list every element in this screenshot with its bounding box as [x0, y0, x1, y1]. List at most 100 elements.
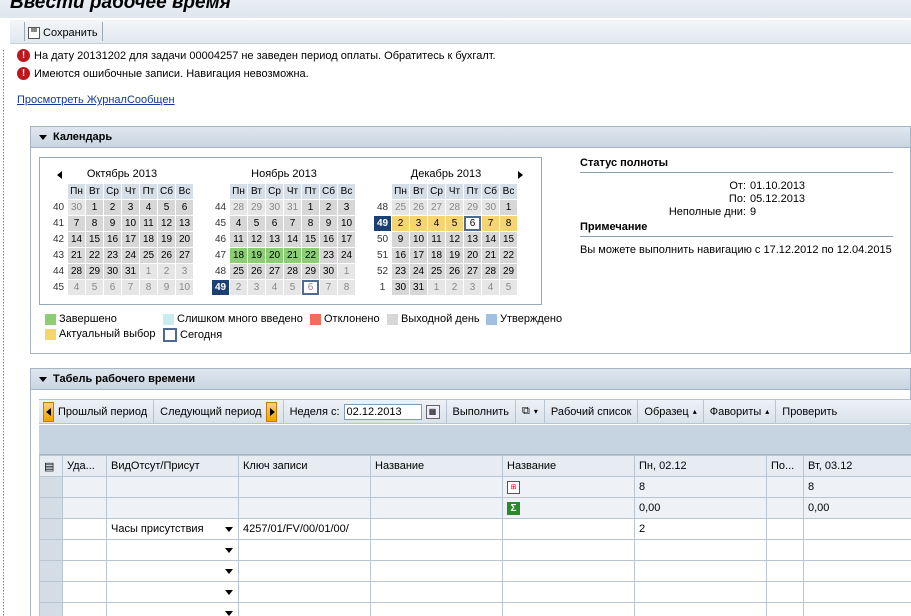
calendar-day[interactable]: 4	[230, 216, 247, 231]
calendar-day[interactable]: 9	[104, 216, 121, 231]
calendar-day[interactable]: 1	[302, 200, 319, 215]
calendar-day[interactable]: 3	[248, 280, 265, 295]
week-number[interactable]: 44	[212, 200, 229, 215]
week-number[interactable]: 50	[374, 232, 391, 247]
calendar-day[interactable]: 1	[86, 200, 103, 215]
column-header[interactable]: Название	[370, 455, 503, 477]
template-menu-button[interactable]: Образец ▴	[638, 400, 704, 423]
delete-cell[interactable]	[62, 518, 107, 540]
calendar-day[interactable]: 26	[248, 264, 265, 279]
prev-period-button[interactable]: Прошлый период	[39, 400, 155, 423]
week-number[interactable]: 45	[50, 280, 67, 295]
calendar-day[interactable]: 4	[428, 216, 445, 231]
calendar-day[interactable]: 3	[338, 200, 355, 215]
calendar-day[interactable]: 31	[410, 280, 427, 295]
calendar-day[interactable]: 21	[284, 248, 301, 263]
calendar-day[interactable]: 18	[230, 248, 247, 263]
calendar-day[interactable]: 15	[302, 232, 319, 247]
column-header[interactable]: По...	[766, 455, 804, 477]
calendar-day[interactable]: 2	[230, 280, 247, 295]
calendar-day[interactable]: 30	[104, 264, 121, 279]
calendar-day[interactable]: 16	[392, 248, 409, 263]
calendar-day[interactable]: 25	[140, 248, 157, 263]
execute-button[interactable]: Выполнить	[447, 400, 517, 423]
calendar-day[interactable]: 7	[320, 280, 337, 295]
column-header[interactable]: Вт, 03.12	[803, 455, 911, 477]
record-key-cell[interactable]: 4257/01/FV/00/01/00/	[238, 518, 371, 540]
calendar-day[interactable]: 4	[140, 200, 157, 215]
week-number[interactable]: 43	[50, 248, 67, 263]
column-header[interactable]: Ключ записи	[238, 455, 371, 477]
row-selector[interactable]	[39, 602, 63, 616]
calendar-day[interactable]: 14	[68, 232, 85, 247]
week-number[interactable]: 40	[50, 200, 67, 215]
absence-type-select[interactable]: Часы присутствия	[106, 518, 239, 540]
week-number[interactable]: 48	[212, 264, 229, 279]
week-number[interactable]: 48	[374, 200, 391, 215]
calendar-day[interactable]: 8	[500, 216, 517, 231]
calendar-day[interactable]: 16	[104, 232, 121, 247]
calendar-day[interactable]: 26	[158, 248, 175, 263]
week-number[interactable]: 51	[374, 248, 391, 263]
calendar-day[interactable]: 8	[86, 216, 103, 231]
calendar-day[interactable]: 30	[68, 200, 85, 215]
calendar-day[interactable]: 23	[392, 264, 409, 279]
row-selector[interactable]	[39, 560, 63, 582]
week-number[interactable]: 44	[50, 264, 67, 279]
calendar-day[interactable]: 22	[302, 248, 319, 263]
calendar-day[interactable]: 11	[140, 216, 157, 231]
calendar-day[interactable]: 28	[68, 264, 85, 279]
calendar-day[interactable]: 23	[104, 248, 121, 263]
calendar-day[interactable]: 24	[410, 264, 427, 279]
calendar-day[interactable]: 5	[248, 216, 265, 231]
calendar-tray-header[interactable]: Календарь	[31, 127, 910, 148]
week-number[interactable]: 1	[374, 280, 391, 295]
calendar-day[interactable]: 19	[248, 248, 265, 263]
calendar-day[interactable]: 19	[446, 248, 463, 263]
calendar-day[interactable]: 30	[392, 280, 409, 295]
next-month-icon[interactable]	[518, 171, 523, 179]
week-number[interactable]: 45	[212, 216, 229, 231]
absence-type-select[interactable]	[106, 581, 239, 603]
calendar-day[interactable]: 7	[122, 280, 139, 295]
calendar-day[interactable]: 2	[104, 200, 121, 215]
calendar-day[interactable]: 10	[176, 280, 193, 295]
row-selector[interactable]	[39, 476, 63, 498]
save-button[interactable]: Сохранить	[24, 22, 103, 41]
column-header[interactable]: Название	[502, 455, 635, 477]
absence-type-select[interactable]	[106, 560, 239, 582]
calendar-day[interactable]: 20	[464, 248, 481, 263]
week-number[interactable]: 47	[212, 248, 229, 263]
calendar-day[interactable]: 12	[158, 216, 175, 231]
calendar-day[interactable]: 9	[320, 216, 337, 231]
dropdown-icon[interactable]	[225, 526, 233, 532]
calendar-day[interactable]: 15	[500, 232, 517, 247]
calendar-day[interactable]: 1	[140, 264, 157, 279]
calendar-day[interactable]: 6	[104, 280, 121, 295]
calendar-day[interactable]: 30	[482, 200, 499, 215]
calendar-day[interactable]: 17	[122, 232, 139, 247]
calendar-day[interactable]: 20	[266, 248, 283, 263]
calendar-day[interactable]: 25	[392, 200, 409, 215]
calendar-day[interactable]: 26	[410, 200, 427, 215]
calendar-day[interactable]: 28	[446, 200, 463, 215]
calendar-day[interactable]: 29	[500, 264, 517, 279]
dropdown-icon[interactable]	[225, 589, 233, 595]
calendar-day[interactable]: 25	[230, 264, 247, 279]
column-header[interactable]: Уда...	[62, 455, 107, 477]
calendar-day[interactable]: 21	[482, 248, 499, 263]
calendar-day[interactable]: 27	[464, 264, 481, 279]
calendar-day[interactable]: 2	[446, 280, 463, 295]
calendar-day[interactable]: 10	[338, 216, 355, 231]
column-header[interactable]: ВидОтсут/Присут	[106, 455, 239, 477]
calendar-day[interactable]: 6	[302, 280, 319, 295]
calendar-day[interactable]: 3	[176, 264, 193, 279]
column-header[interactable]: Пн, 02.12	[634, 455, 767, 477]
calendar-day[interactable]: 29	[86, 264, 103, 279]
calendar-day[interactable]: 24	[122, 248, 139, 263]
dropdown-icon[interactable]	[225, 568, 233, 574]
calendar-day[interactable]: 13	[464, 232, 481, 247]
calendar-day[interactable]: 27	[428, 200, 445, 215]
calendar-day[interactable]: 5	[446, 216, 463, 231]
calendar-day[interactable]: 29	[302, 264, 319, 279]
